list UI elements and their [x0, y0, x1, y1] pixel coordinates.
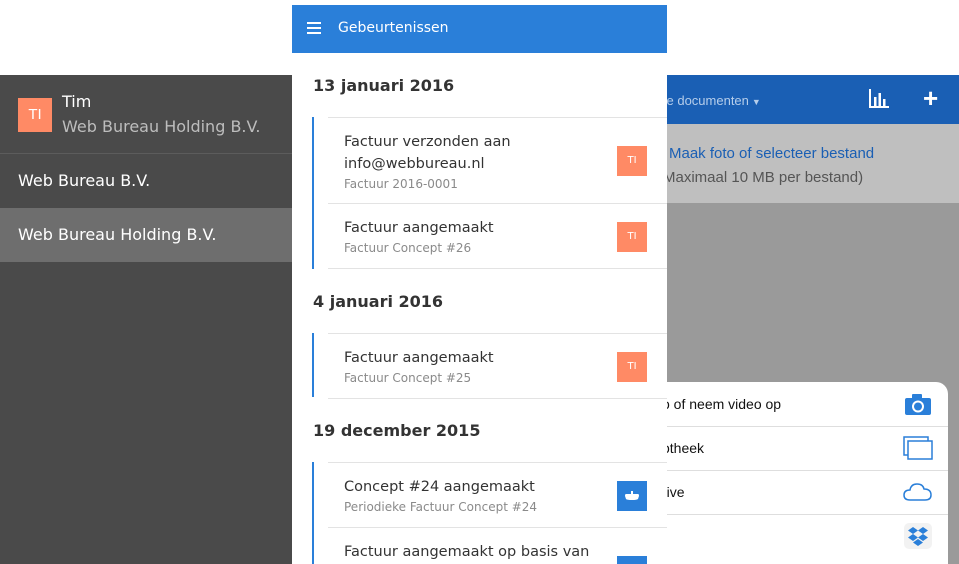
- camera-icon: [905, 394, 931, 415]
- divider: [328, 268, 667, 269]
- documents-label: ve documenten: [660, 93, 749, 108]
- event-subtitle: Factuur Concept #26: [344, 241, 472, 255]
- robot-icon: [625, 491, 639, 500]
- event-item[interactable]: Factuur aangemaakt Factuur Concept #25 T…: [328, 333, 667, 399]
- system-badge: [617, 481, 647, 511]
- sheet-item-library[interactable]: otheek: [640, 426, 948, 471]
- date-heading: 13 januari 2016: [313, 76, 455, 95]
- action-sheet: o of neem video op otheek rive: [640, 382, 948, 564]
- event-subtitle: Factuur Concept #25: [344, 371, 472, 385]
- documents-dropdown[interactable]: ve documenten ▼: [660, 93, 761, 108]
- event-item[interactable]: Factuur verzonden aan info@webbureau.nl …: [328, 117, 667, 204]
- caret-down-icon: ▼: [751, 97, 761, 107]
- upload-secondary-text: Maximaal 10 MB per bestand): [663, 169, 864, 186]
- dropbox-icon: [904, 523, 932, 549]
- sheet-item-drive[interactable]: rive: [640, 470, 948, 515]
- event-subtitle: Factuur 2016-0001: [344, 177, 458, 191]
- date-heading: 4 januari 2016: [313, 292, 444, 311]
- event-title: Factuur aangemaakt op basis van: [344, 544, 590, 560]
- event-title-line2: info@webbureau.nl: [344, 156, 485, 172]
- event-item[interactable]: Factuur aangemaakt op basis van: [328, 527, 667, 564]
- user-badge: TI: [617, 146, 647, 176]
- sidebar: TI Tim Web Bureau Holding B.V. Web Burea…: [0, 75, 292, 564]
- sheet-item-label: otheek: [662, 440, 705, 456]
- panel-header: Gebeurtenissen: [292, 5, 667, 53]
- system-badge: [617, 556, 647, 564]
- bar-chart-icon[interactable]: [868, 89, 890, 109]
- sheet-item-label: o of neem video op: [662, 396, 782, 412]
- sheet-item-dropbox[interactable]: [640, 514, 948, 558]
- avatar: TI: [18, 98, 52, 132]
- timeline-line: [312, 462, 314, 564]
- divider: [328, 398, 667, 399]
- sidebar-item-web-bureau-holding[interactable]: Web Bureau Holding B.V.: [0, 208, 292, 262]
- panel-title: Gebeurtenissen: [338, 20, 449, 36]
- event-item[interactable]: Factuur aangemaakt Factuur Concept #26 T…: [328, 203, 667, 269]
- event-title: Factuur aangemaakt: [344, 350, 494, 366]
- cloud-icon: [903, 483, 932, 501]
- sheet-item-take-photo[interactable]: o of neem video op: [640, 382, 948, 427]
- event-title: Factuur verzonden aan: [344, 134, 511, 150]
- date-heading: 19 december 2015: [313, 421, 481, 440]
- timeline-line: [312, 333, 314, 397]
- user-badge: TI: [617, 222, 647, 252]
- event-title: Factuur aangemaakt: [344, 220, 494, 236]
- sidebar-user[interactable]: TI Tim Web Bureau Holding B.V.: [0, 75, 292, 154]
- timeline-line: [312, 117, 314, 269]
- user-name: Tim: [62, 92, 92, 111]
- hamburger-menu-icon[interactable]: [307, 22, 321, 34]
- photo-library-icon: [903, 436, 933, 460]
- sidebar-item-web-bureau[interactable]: Web Bureau B.V.: [0, 154, 292, 208]
- upload-primary-text: Maak foto of selecteer bestand: [669, 145, 875, 162]
- event-item[interactable]: Concept #24 aangemaakt Periodieke Factuu…: [328, 462, 667, 528]
- user-company: Web Bureau Holding B.V.: [62, 117, 261, 136]
- user-badge: TI: [617, 352, 647, 382]
- event-title: Concept #24 aangemaakt: [344, 479, 535, 495]
- event-subtitle: Periodieke Factuur Concept #24: [344, 500, 538, 514]
- events-panel: Gebeurtenissen 13 januari 2016 Factuur v…: [292, 5, 667, 564]
- add-button[interactable]: +: [923, 83, 938, 113]
